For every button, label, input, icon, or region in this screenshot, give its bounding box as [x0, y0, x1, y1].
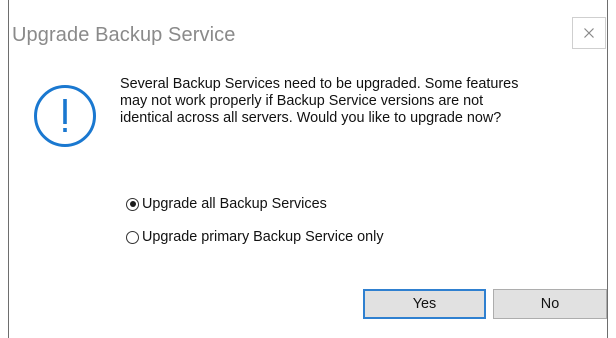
radio-label-upgrade-primary: Upgrade primary Backup Service only	[142, 229, 384, 245]
close-button[interactable]	[572, 17, 606, 49]
upgrade-dialog: Upgrade Backup Service Several Backup Se…	[0, 0, 616, 338]
yes-button[interactable]: Yes	[363, 289, 486, 319]
dialog-border-right	[607, 0, 608, 338]
radio-label-upgrade-all: Upgrade all Backup Services	[142, 196, 327, 212]
radio-button-checked[interactable]	[126, 197, 139, 211]
dialog-title: Upgrade Backup Service	[12, 24, 236, 46]
message-line: may not work properly if Backup Service …	[120, 93, 484, 109]
dialog-message: Several Backup Services need to be upgra…	[120, 76, 600, 127]
message-line: Several Backup Services need to be upgra…	[120, 76, 519, 92]
close-icon	[584, 28, 594, 38]
dialog-border-left	[8, 0, 9, 338]
radio-upgrade-primary[interactable]: Upgrade primary Backup Service only	[126, 229, 384, 245]
radio-button-unchecked[interactable]	[126, 230, 139, 244]
no-button[interactable]: No	[493, 289, 607, 319]
info-exclamation-icon	[34, 85, 96, 147]
message-line: identical across all servers. Would you …	[120, 110, 502, 126]
radio-upgrade-all[interactable]: Upgrade all Backup Services	[126, 196, 327, 212]
